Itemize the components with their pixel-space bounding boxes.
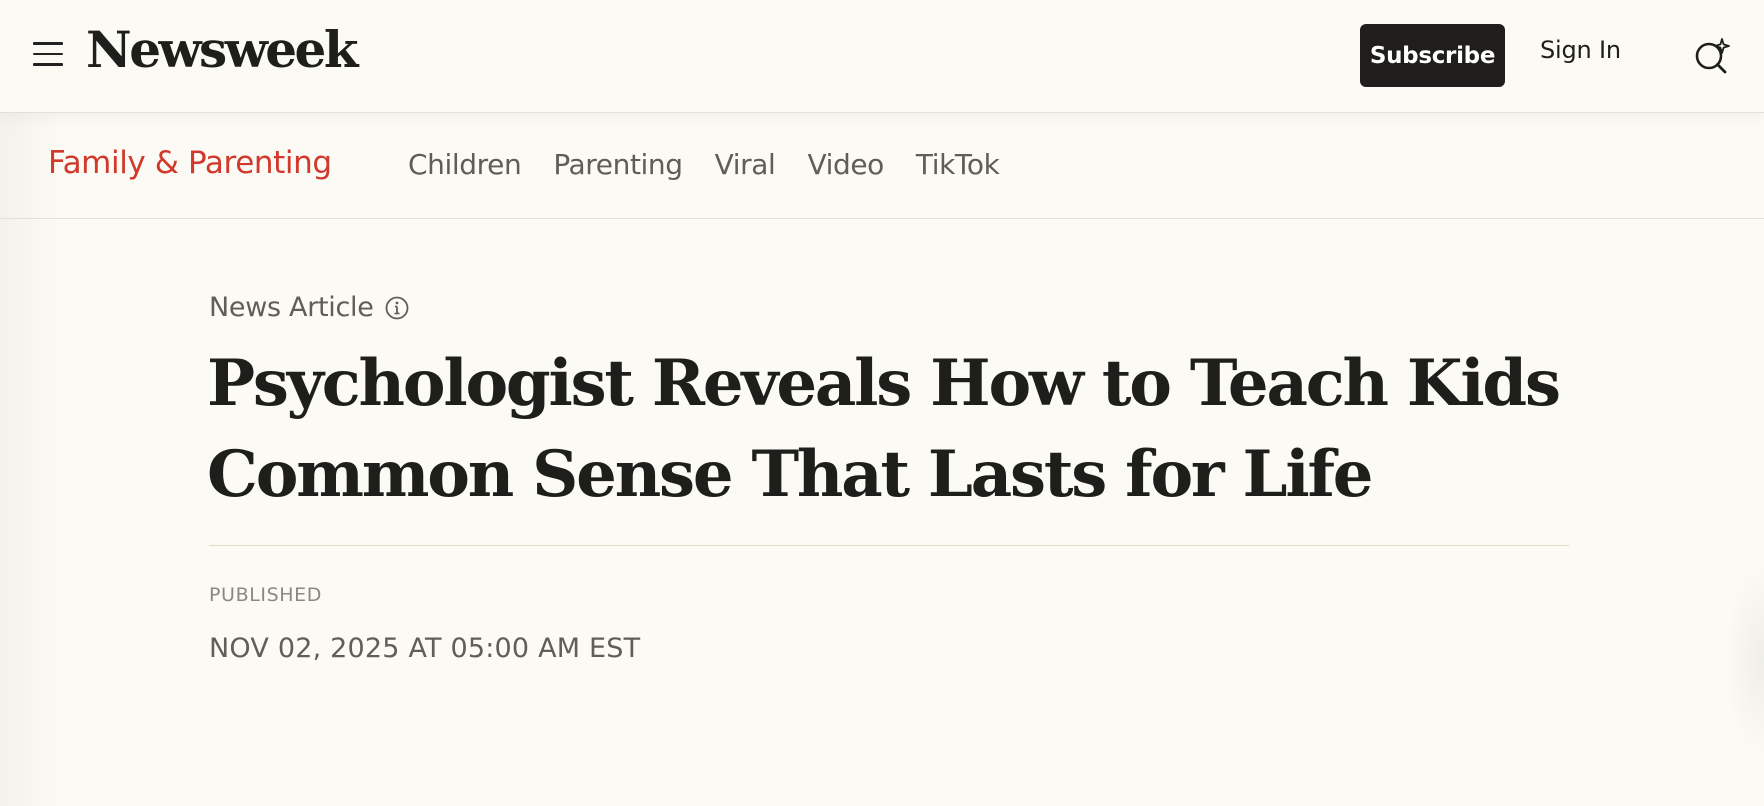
ai-search-icon[interactable] (1692, 36, 1732, 76)
section-link-parenting[interactable]: Parenting (553, 148, 683, 181)
headline-line-1: Psychologist Reveals How to Teach Kids (207, 346, 1561, 421)
right-edge-shade (1724, 560, 1764, 760)
newsweek-logo[interactable]: Newsweek (86, 22, 359, 77)
top-header: Newsweek Subscribe Sign In (0, 0, 1764, 113)
headline-line-2: Common Sense That Lasts for Life (207, 437, 1373, 512)
headline-divider (209, 545, 1569, 546)
section-nav: Family & Parenting Children Parenting Vi… (0, 112, 1764, 219)
section-links: Children Parenting Viral Video TikTok (408, 148, 1031, 181)
section-link-tiktok[interactable]: TikTok (916, 148, 1000, 181)
section-link-video[interactable]: Video (807, 148, 884, 181)
info-icon[interactable] (384, 295, 410, 321)
section-title-family-parenting[interactable]: Family & Parenting (48, 145, 332, 181)
article-type-label: News Article (209, 292, 374, 323)
published-date: NOV 02, 2025 AT 05:00 AM EST (209, 633, 641, 664)
published-label: PUBLISHED (209, 584, 322, 606)
article-headline: Psychologist Reveals How to Teach Kids C… (207, 338, 1587, 520)
sign-in-button[interactable]: Sign In (1540, 36, 1621, 64)
hamburger-menu-icon[interactable] (33, 42, 63, 66)
subscribe-button[interactable]: Subscribe (1360, 24, 1505, 87)
article-type: News Article (209, 292, 410, 323)
section-link-children[interactable]: Children (408, 148, 522, 181)
section-link-viral[interactable]: Viral (715, 148, 776, 181)
